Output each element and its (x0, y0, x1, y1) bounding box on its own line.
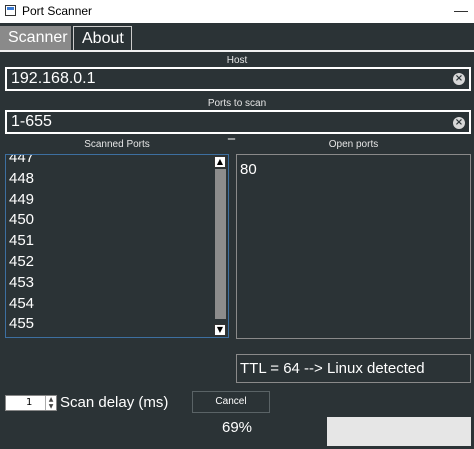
list-item[interactable]: 454 (9, 294, 34, 315)
window-title: Port Scanner (22, 4, 93, 18)
scroll-down-icon[interactable]: ▼ (214, 324, 226, 336)
title-bar: Port Scanner — (0, 0, 474, 23)
ttl-status: TTL = 64 --> Linux detected (236, 354, 471, 383)
tab-scanner[interactable]: Scanner (0, 26, 71, 50)
tab-about[interactable]: About (73, 26, 132, 50)
cancel-button[interactable]: Cancel (192, 391, 270, 413)
scanned-ports-list[interactable]: 447 448 449 450 451 452 453 454 455 (5, 154, 229, 338)
delay-spinbox[interactable]: 1 ▲ ▼ (5, 395, 57, 411)
scanned-ports-items: 447 448 449 450 451 452 453 454 455 (9, 155, 34, 335)
spin-arrows-icon[interactable]: ▲ ▼ (45, 396, 56, 410)
ports-value: 1-655 (11, 113, 52, 130)
scanned-ports-scrollbar[interactable]: ▲ ▼ (213, 155, 228, 337)
scanned-ports-label: Scanned Ports (84, 139, 150, 150)
delay-value: 1 (26, 397, 33, 408)
open-ports-list[interactable]: 80 (236, 154, 471, 339)
list-item[interactable]: 452 (9, 252, 34, 273)
minimize-button[interactable]: — (454, 2, 468, 18)
open-ports-label: Open ports (328, 139, 379, 150)
clear-ports-icon[interactable]: × (453, 117, 465, 129)
host-input[interactable]: 192.168.0.1 (5, 67, 471, 91)
list-item[interactable]: 451 (9, 231, 34, 252)
delay-label: Scan delay (ms) (60, 394, 169, 411)
list-item[interactable]: 450 (9, 210, 34, 231)
host-value: 192.168.0.1 (11, 70, 96, 87)
list-item[interactable]: 447 (9, 155, 34, 169)
progress-bar (327, 417, 471, 446)
list-item[interactable]: 455 (9, 314, 34, 335)
ports-input[interactable]: 1-655 (5, 110, 471, 134)
progress-percent: 69% (222, 419, 253, 436)
tab-bar: Scanner About (0, 26, 474, 52)
ports-label: Ports to scan (207, 98, 267, 109)
scroll-thumb[interactable] (215, 169, 226, 319)
app-icon (5, 5, 16, 16)
list-item[interactable]: 453 (9, 273, 34, 294)
scroll-up-icon[interactable]: ▲ (214, 156, 226, 168)
clear-host-icon[interactable]: × (453, 73, 465, 85)
progress-fill (327, 417, 427, 446)
list-item[interactable]: 80 (240, 161, 257, 178)
text-cursor: _ (228, 124, 235, 140)
list-item[interactable]: 449 (9, 190, 34, 211)
host-label: Host (226, 55, 248, 66)
list-item[interactable]: 448 (9, 169, 34, 190)
